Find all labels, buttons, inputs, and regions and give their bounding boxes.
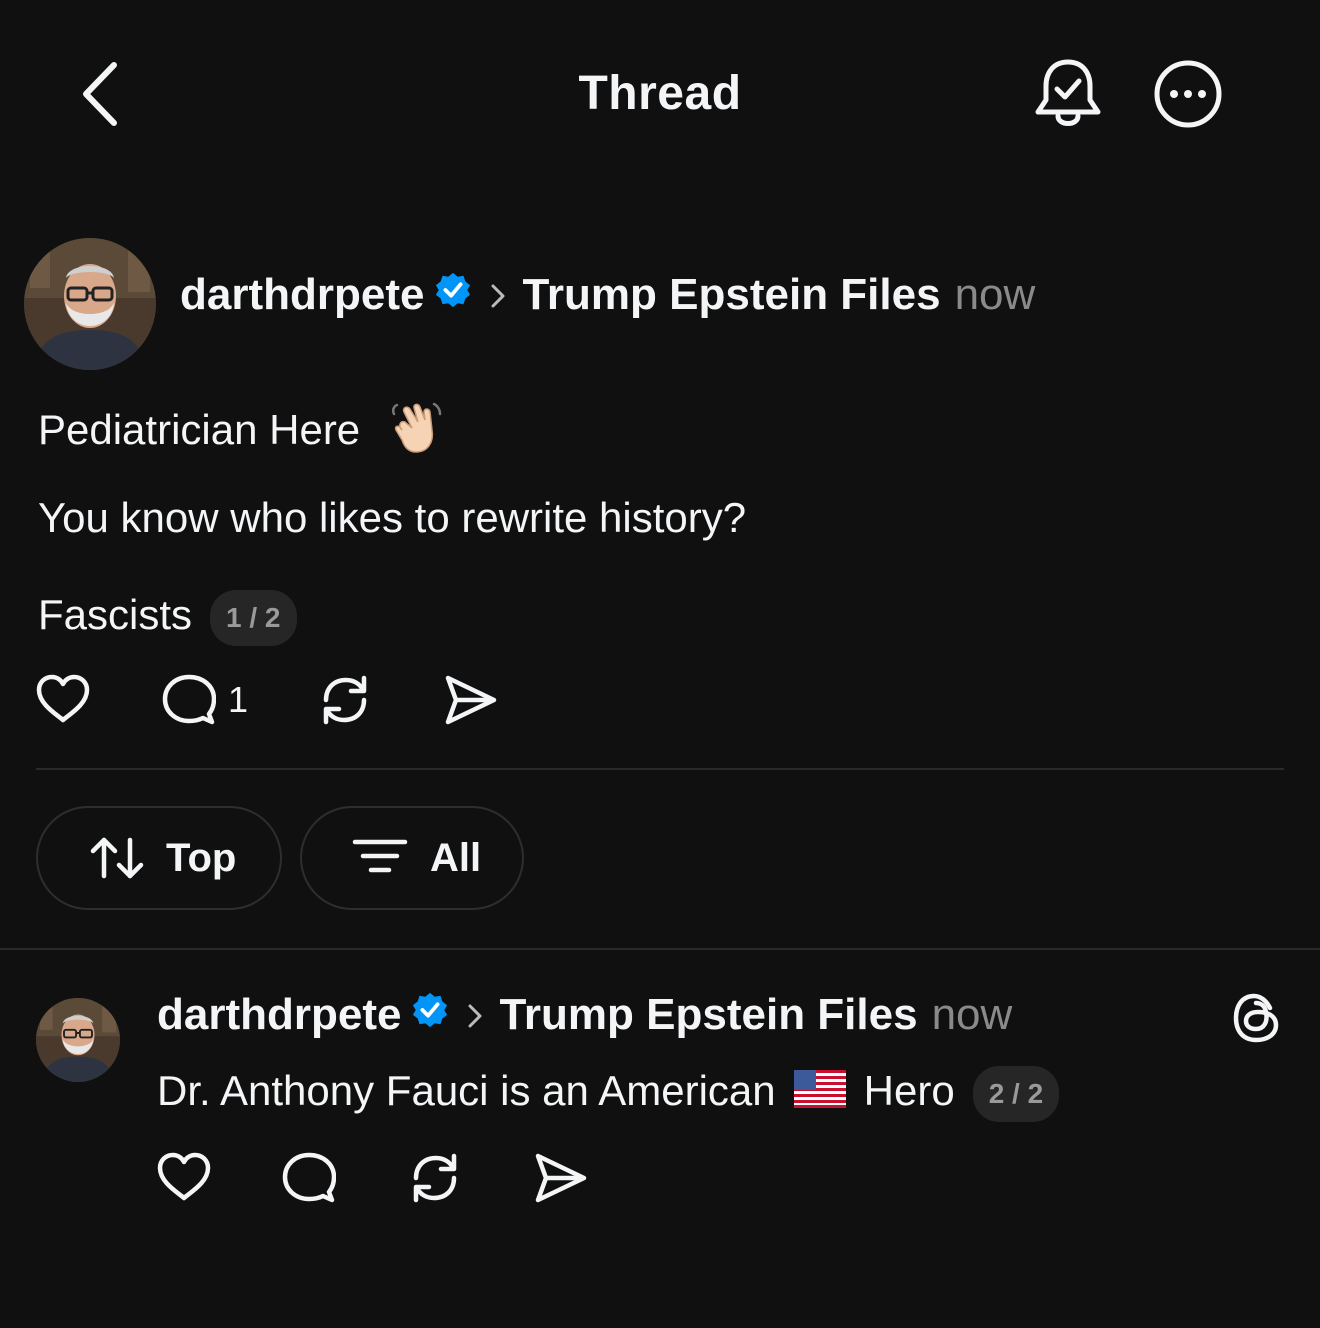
more-options-button[interactable] <box>1150 56 1226 132</box>
thread-counter-badge: 2 / 2 <box>972 1066 1060 1122</box>
post-text-line-2: You know who likes to rewrite history? <box>38 494 747 541</box>
filter-lines-icon <box>352 839 408 873</box>
reply-button[interactable] <box>282 1152 336 1204</box>
community-link[interactable]: Trump Epstein Files <box>522 270 940 320</box>
heart-icon <box>157 1152 211 1201</box>
share-button[interactable] <box>444 674 498 726</box>
sort-top-button[interactable]: Top <box>36 806 282 910</box>
like-button[interactable] <box>36 674 90 724</box>
filter-label: All <box>430 835 482 880</box>
repost-icon <box>323 675 367 725</box>
divider <box>0 948 1320 950</box>
sort-label: Top <box>166 835 237 880</box>
notifications-button[interactable] <box>1032 56 1104 132</box>
divider <box>36 768 1284 770</box>
thread-counter-badge: 1 / 2 <box>210 590 297 646</box>
repost-icon <box>413 1153 457 1203</box>
reply-meta: darthdrpete Trump Epstein Files now <box>157 990 1012 1040</box>
us-flag-emoji <box>793 1070 846 1118</box>
profile-photo <box>36 998 120 1082</box>
chevron-right-icon <box>490 270 506 320</box>
reply-text: Dr. Anthony Fauci is an American Hero 2 /… <box>157 1066 1060 1122</box>
verified-badge-icon <box>434 270 472 320</box>
reply-button[interactable]: 1 <box>162 674 248 726</box>
waving-hand-emoji <box>388 400 444 466</box>
reply-avatar[interactable] <box>36 998 120 1082</box>
comment-bubble-icon <box>162 674 216 725</box>
repost-button[interactable] <box>408 1152 462 1204</box>
like-button[interactable] <box>157 1152 211 1202</box>
chevron-right-icon <box>467 990 483 1040</box>
thread-page: Thread darthdrpete Trump Epstein Files n… <box>0 0 1320 1328</box>
heart-icon <box>36 674 90 723</box>
reply-text-before: Dr. Anthony Fauci is an American <box>157 1067 776 1115</box>
timestamp: now <box>931 990 1013 1039</box>
profile-photo <box>24 238 156 370</box>
post-line: Pediatrician Here <box>38 400 444 466</box>
send-icon <box>445 675 497 725</box>
post-line-3: Fascists 1 / 2 <box>38 590 297 646</box>
username[interactable]: darthdrpete <box>157 990 401 1040</box>
verified-badge-icon <box>411 990 449 1040</box>
reply-text-after: Hero <box>863 1067 955 1115</box>
community-link[interactable]: Trump Epstein Files <box>499 990 917 1040</box>
bell-check-icon <box>1035 59 1101 126</box>
sort-arrows-icon <box>90 837 144 879</box>
comment-bubble-icon <box>282 1152 336 1203</box>
top-bar: Thread <box>0 0 1320 190</box>
page-title: Thread <box>578 67 742 120</box>
repost-button[interactable] <box>318 674 372 726</box>
send-icon <box>535 1153 587 1203</box>
threads-logo-icon <box>1230 990 1284 1046</box>
timestamp: now <box>954 270 1036 319</box>
username[interactable]: darthdrpete <box>180 270 424 320</box>
avatar[interactable] <box>24 238 156 370</box>
post-text-line-3: Fascists <box>38 591 193 639</box>
post-text-line-1: Pediatrician Here <box>38 406 361 454</box>
more-dots-icon <box>1154 60 1222 128</box>
post-meta: darthdrpete Trump Epstein Files now <box>180 270 1035 320</box>
filter-all-button[interactable]: All <box>300 806 524 910</box>
share-button[interactable] <box>534 1152 588 1204</box>
reply-count: 1 <box>228 679 249 720</box>
